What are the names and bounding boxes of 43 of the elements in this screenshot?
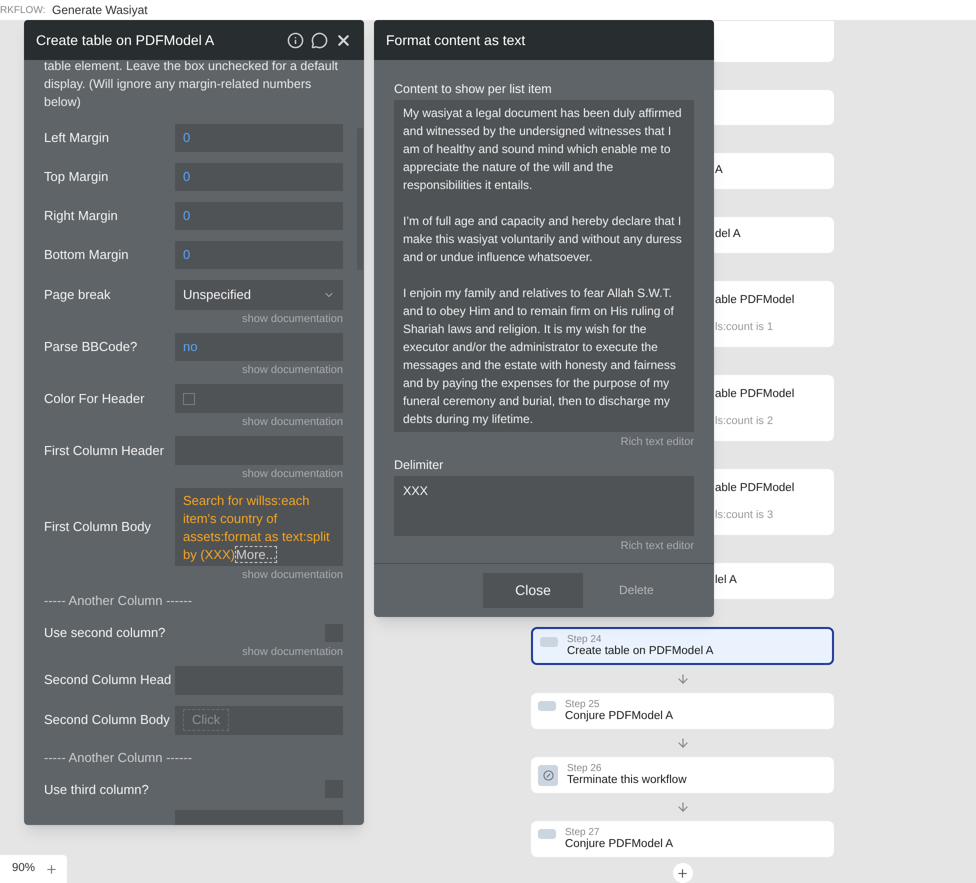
section-divider-text: ----- Another Column ------ [44, 593, 192, 608]
field-label: Page break [44, 286, 112, 304]
paragraph-text: I’m of full age and capacity and hereby declare that I make this wasiyat voluntarily and without any duress and or undue influence whatsoever. [403, 212, 683, 266]
paragraph-text: I enjoin my family and relatives to fear Allah S.W.T. and to obey Him and to remain firm on His ruling of Shariah laws and religion. It is my wish for the executor and/or the administrator to execute the messages and the estate with honesty and fairness and by paying the expenses for the purpose of my funeral ceremony and burial, then to discharge my debts during my lifetime. [403, 284, 677, 428]
field-label: Use second column? [44, 624, 166, 642]
step-number: Step 25 [565, 699, 600, 710]
field-label: Color For Header [44, 390, 146, 408]
field-label: Parse BBCode? [44, 338, 138, 356]
step-condition: ls:count is 3 [715, 508, 774, 524]
step-title: able PDFModel [715, 293, 796, 308]
field-label: Use third column? [44, 780, 150, 798]
description-text: table element. Leave the box unchecked for a default display. (Will ignore any margin-related numbers below) [44, 60, 339, 111]
panel-title: Format content as text [386, 30, 526, 50]
field-label: Top Margin [44, 168, 110, 186]
panel-title: Create table on PDFModel A [36, 30, 214, 50]
field-label: First Column Body [44, 518, 152, 536]
field-label: Right Margin [44, 207, 119, 226]
step-title: lel A [715, 573, 738, 588]
step-number: Step 24 [567, 634, 602, 645]
step-title: Terminate this workflow [567, 774, 687, 787]
field-label: Content to show per list item [394, 81, 553, 98]
step-title: A [715, 163, 724, 178]
step-condition: ls:count is 1 [715, 320, 774, 336]
step-title: del A [715, 227, 742, 242]
field-label: Second Column Body [44, 711, 171, 730]
step-condition: ls:count is 2 [715, 414, 774, 430]
step-title: Conjure PDFModel A [565, 710, 674, 723]
workflow-name: Generate Wasiyat [52, 2, 148, 19]
step-number: Step 27 [565, 827, 600, 838]
paragraph-text: My wasiyat a legal document has been duly affirmed and witnessed by the undersigned witnesses that I am of healthy and sound mind which enable me to appreciate the nature of the will and the responsibilities it entails. [403, 104, 683, 194]
step-title: able PDFModel [715, 387, 796, 402]
field-label: Delimiter [394, 457, 444, 474]
field-label: Second Column Head [44, 671, 172, 690]
workflow-label: RKFLOW: [0, 4, 46, 18]
step-title: Conjure PDFModel A [565, 838, 674, 851]
step-title: Create table on PDFModel A [567, 645, 714, 658]
zoom-level: 90% [12, 861, 36, 876]
step-title: able PDFModel [715, 481, 796, 496]
field-label: First Column Header [44, 442, 165, 460]
field-label: Left Margin [44, 129, 110, 148]
field-label: Bottom Margin [44, 246, 130, 264]
section-divider-text: ----- Another Column ------ [44, 750, 192, 764]
step-number: Step 26 [567, 763, 602, 774]
